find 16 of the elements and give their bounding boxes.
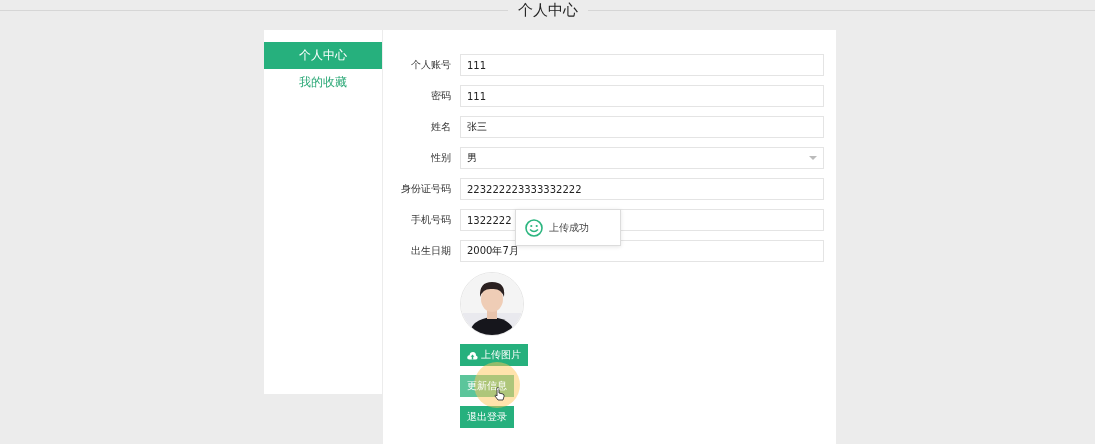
input-field[interactable]: 张三: [460, 116, 824, 138]
input-field[interactable]: 111: [460, 54, 824, 76]
smile-icon: [525, 218, 543, 237]
field-label: 手机号码: [410, 213, 451, 227]
field-label: 出生日期: [410, 244, 451, 258]
input-field[interactable]: 111: [460, 85, 824, 107]
field-label: 姓名: [430, 120, 451, 134]
field-label: 个人账号: [410, 58, 451, 72]
input-field[interactable]: 223222223333332222: [460, 178, 824, 200]
field-label: 性别: [430, 151, 451, 165]
select-field[interactable]: 男: [460, 147, 824, 169]
cloud-upload-icon: [467, 350, 478, 360]
page-title: 个人中心: [517, 0, 578, 20]
field-label: 身份证号码: [400, 182, 451, 196]
caret-icon: [809, 156, 817, 160]
field-label: 密码: [430, 89, 451, 103]
